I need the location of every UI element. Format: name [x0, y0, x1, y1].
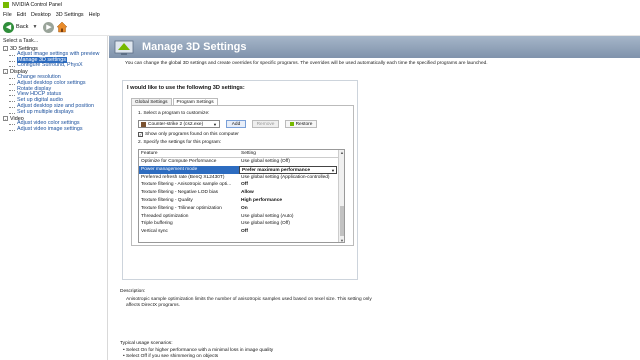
- list-item: Select Off if you see shimmering on obje…: [123, 354, 273, 360]
- program-select[interactable]: Counter-strike 2 (cs2.exe) ▼: [138, 120, 220, 128]
- settings-row[interactable]: Preferred refresh rate (BenQ XL2430T) Use…: [139, 174, 344, 182]
- settings-row-selected[interactable]: Power management mode Prefer maximum perf…: [139, 165, 344, 175]
- column-feature[interactable]: Feature: [139, 150, 239, 157]
- column-setting[interactable]: Setting: [239, 150, 337, 157]
- game-icon: [141, 121, 146, 127]
- settings-row[interactable]: Vertical sync Off: [139, 228, 344, 236]
- settings-list-header: Feature Setting: [139, 150, 344, 158]
- 3d-settings-icon: [114, 38, 134, 56]
- scroll-up-icon[interactable]: ▲: [339, 150, 344, 156]
- main-content: Manage 3D Settings You can change the gl…: [109, 36, 640, 360]
- settings-tabs: Global Settings Program Settings: [131, 98, 219, 105]
- remove-button[interactable]: Remove: [252, 120, 279, 128]
- nvidia-logo-icon: [3, 2, 9, 8]
- program-select-value: Counter-strike 2 (cs2.exe): [148, 121, 204, 127]
- step1-label: 1. Select a program to customize:: [138, 111, 210, 116]
- setting-dropdown[interactable]: Prefer maximum performance ▼: [239, 165, 337, 175]
- menu-bar: File Edit Desktop 3D Settings Help: [0, 10, 640, 19]
- settings-row[interactable]: Texture filtering - Anisotropic sample o…: [139, 181, 344, 189]
- scroll-down-icon[interactable]: ▼: [339, 238, 344, 242]
- page-description: You can change the global 3D settings an…: [125, 61, 488, 66]
- settings-list: Feature Setting Optimize for Compute Per…: [138, 149, 345, 243]
- home-icon[interactable]: [56, 21, 68, 33]
- nvidia-icon: [289, 122, 294, 126]
- settings-heading: I would like to use the following 3D set…: [127, 85, 245, 91]
- checkbox-checked-icon[interactable]: ✓: [138, 132, 143, 137]
- task-tree: -3D Settings Adjust image settings with …: [0, 46, 107, 133]
- menu-3d-settings[interactable]: 3D Settings: [56, 12, 84, 18]
- chevron-down-icon: ▼: [213, 121, 217, 127]
- back-dropdown-icon[interactable]: ▼: [32, 24, 37, 30]
- show-only-programs-checkbox[interactable]: ✓ Show only programs found on this compu…: [138, 132, 239, 137]
- step2-label: 2. Specify the settings for this program…: [138, 140, 222, 145]
- settings-scrollbar[interactable]: ▲ ▼: [338, 150, 344, 242]
- scrollbar-thumb[interactable]: [340, 206, 344, 236]
- task-panel: Select a Task... -3D Settings Adjust ima…: [0, 36, 108, 360]
- back-button[interactable]: Back: [16, 24, 28, 30]
- back-arrow-icon[interactable]: ◀: [3, 21, 14, 33]
- collapse-icon[interactable]: -: [3, 69, 8, 75]
- menu-edit[interactable]: Edit: [17, 12, 26, 18]
- menu-desktop[interactable]: Desktop: [31, 12, 51, 18]
- description-label: Description:: [120, 289, 146, 294]
- tab-global-settings[interactable]: Global Settings: [131, 98, 172, 105]
- page-title: Manage 3D Settings: [142, 41, 247, 53]
- forward-arrow-icon[interactable]: ▶: [43, 21, 55, 33]
- window-title: NVIDIA Control Panel: [12, 2, 62, 8]
- toolbar: ◀ Back ▼ ▶: [0, 19, 640, 36]
- settings-row[interactable]: Texture filtering - Trilinear optimizati…: [139, 205, 344, 213]
- settings-row[interactable]: Optimize for Compute Performance Use glob…: [139, 158, 344, 166]
- tree-item-adjust-video-image[interactable]: Adjust video image settings: [3, 126, 107, 133]
- add-button[interactable]: Add: [226, 120, 246, 128]
- checkbox-label: Show only programs found on this compute…: [145, 132, 239, 137]
- collapse-icon[interactable]: -: [3, 115, 8, 121]
- settings-row[interactable]: Triple buffering Use global setting (Off): [139, 220, 344, 228]
- chevron-down-icon[interactable]: ▼: [331, 167, 335, 175]
- settings-row[interactable]: Texture filtering - Quality High performa…: [139, 197, 344, 205]
- usage-list: Select On for higher performance with a …: [123, 348, 273, 360]
- program-settings-panel: 1. Select a program to customize: Counte…: [131, 105, 354, 246]
- page-banner: Manage 3D Settings: [109, 36, 640, 58]
- description-text: Anisotropic sample optimization limits t…: [126, 297, 372, 309]
- task-panel-title: Select a Task...: [3, 38, 39, 44]
- program-row: Counter-strike 2 (cs2.exe) ▼ Add Remove …: [138, 120, 317, 128]
- menu-help[interactable]: Help: [89, 12, 100, 18]
- settings-frame: I would like to use the following 3D set…: [122, 80, 358, 280]
- restore-button[interactable]: Restore: [285, 120, 317, 128]
- tab-program-settings[interactable]: Program Settings: [172, 98, 218, 105]
- title-bar: NVIDIA Control Panel: [0, 0, 640, 10]
- collapse-icon[interactable]: -: [3, 46, 8, 51]
- usage-label: Typical usage scenarios:: [120, 341, 173, 346]
- settings-row[interactable]: Threaded optimization Use global setting …: [139, 213, 344, 221]
- settings-row[interactable]: Texture filtering - Negative LOD bias All…: [139, 189, 344, 197]
- menu-file[interactable]: File: [3, 12, 12, 18]
